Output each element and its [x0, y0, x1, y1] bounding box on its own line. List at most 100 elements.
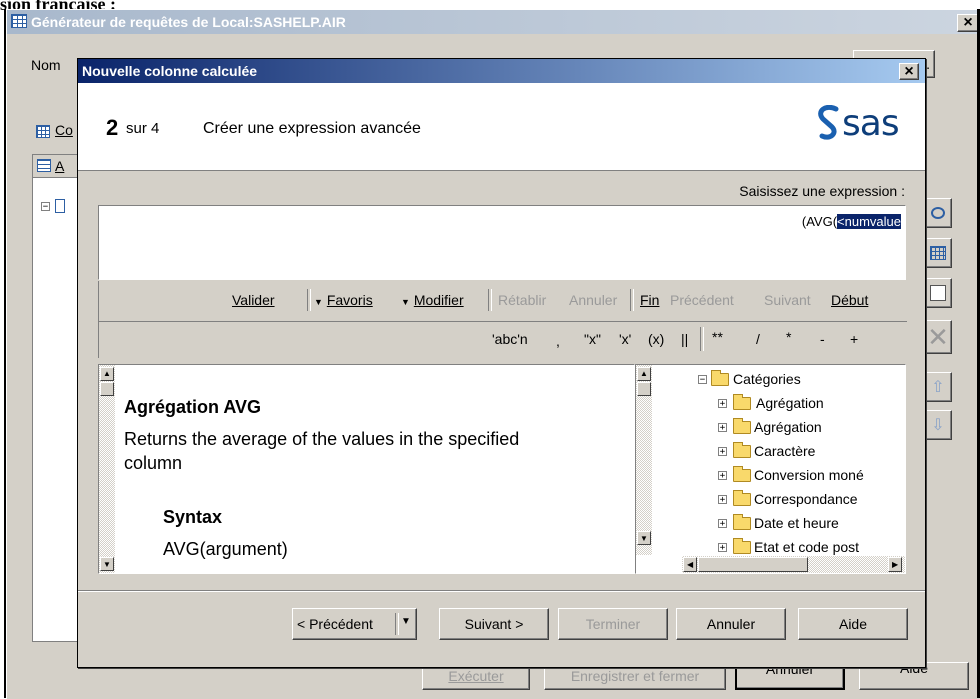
left-panel-tab-label: A — [55, 158, 65, 174]
tree-root[interactable]: − Catégories — [698, 367, 801, 391]
expand-icon[interactable]: + — [718, 422, 727, 432]
tree-item-label: Agrégation — [756, 395, 824, 411]
tree-scroll-down-button[interactable]: ▼ — [637, 531, 651, 545]
tree-horizontal-scrollbar[interactable]: ◀ ▶ — [682, 556, 905, 573]
favorites-label: Favoris — [326, 292, 373, 308]
query-toolbar-button-6[interactable]: ⇩ — [924, 410, 952, 440]
help-syntax: AVG(argument) — [163, 539, 288, 559]
dropdown-arrow-icon[interactable]: ▼ — [401, 616, 411, 627]
help-button[interactable]: Aide — [798, 608, 908, 640]
move-down-icon: ⇩ — [931, 417, 945, 434]
operator-minus[interactable]: - — [820, 331, 825, 347]
button-area-separator — [78, 590, 925, 592]
expression-argument: <numvalue — [837, 214, 901, 229]
scroll-right-button[interactable]: ▶ — [888, 557, 902, 572]
validate-button[interactable]: Valider — [232, 292, 275, 308]
tree-scroll-thumb[interactable] — [637, 382, 651, 396]
expand-icon[interactable]: + — [718, 542, 727, 552]
tree-item[interactable]: + Caractère — [718, 439, 815, 463]
redo-button[interactable]: Rétablir — [498, 292, 546, 308]
folder-icon — [733, 393, 751, 410]
close-icon: × — [963, 14, 973, 31]
tree-vertical-scrollbar[interactable]: ▲ ▼ — [636, 365, 652, 555]
operator-name-literal[interactable]: 'abc'n — [492, 331, 528, 347]
expand-icon[interactable]: + — [718, 518, 727, 528]
scroll-left-button[interactable]: ◀ — [683, 557, 697, 572]
query-toolbar-button-4[interactable]: ✕ — [924, 320, 952, 354]
operator-comma[interactable]: , — [556, 333, 560, 349]
tree-item[interactable]: + Date et heure — [718, 511, 839, 535]
query-toolbar-button-3[interactable] — [924, 278, 952, 308]
query-toolbar-button-1[interactable] — [924, 198, 952, 228]
query-builder-close-button[interactable]: × — [957, 14, 979, 32]
help-scrollbar[interactable]: ▲ ▼ — [99, 365, 115, 573]
grid-icon — [36, 125, 50, 138]
horizontal-scroll-thumb[interactable] — [698, 557, 808, 572]
right-arrow-icon: ▶ — [892, 560, 899, 569]
undo-button[interactable]: Annuler — [569, 292, 617, 308]
operator-parentheses[interactable]: (x) — [648, 331, 664, 347]
previous-button-label: < Précédent — [297, 616, 373, 632]
previous-match-button[interactable]: Précédent — [670, 292, 734, 308]
query-toolbar-button-2[interactable] — [924, 238, 952, 268]
next-match-button[interactable]: Suivant — [764, 292, 811, 308]
tree-item-label: Conversion moné — [754, 467, 864, 483]
grid-table-icon — [930, 246, 946, 260]
link-icon — [931, 207, 945, 219]
folder-icon — [733, 513, 751, 530]
operator-single-quote[interactable]: 'x' — [619, 331, 631, 347]
expression-label: Saisissez une expression : — [739, 183, 905, 199]
operator-plus[interactable]: + — [850, 331, 858, 347]
table-icon — [11, 14, 27, 28]
previous-button[interactable]: < Précédent ▼ — [292, 608, 417, 640]
tree-root-label: Catégories — [733, 371, 801, 387]
finish-button[interactable]: Terminer — [558, 608, 668, 640]
finish-button-label: Terminer — [585, 616, 641, 632]
tree-item[interactable]: + Agrégation — [718, 391, 824, 415]
execute-button-label: Exécuter — [448, 668, 504, 684]
previous-split-separator — [395, 613, 399, 635]
folder-icon — [733, 465, 751, 482]
up-arrow-icon: ▲ — [103, 369, 111, 378]
tree-item-label: Correspondance — [754, 491, 858, 507]
favorites-menu[interactable]: ▼ Favoris — [314, 292, 373, 308]
tree-item[interactable]: + Agrégation — [718, 415, 822, 439]
expand-icon[interactable]: + — [718, 446, 727, 456]
columns-link[interactable]: Co — [55, 122, 73, 138]
scroll-up-button[interactable]: ▲ — [100, 367, 114, 381]
name-label: Nom — [31, 57, 61, 73]
window-left-edge — [4, 9, 6, 698]
folder-icon — [733, 537, 751, 554]
dialog-close-button[interactable]: × — [899, 63, 919, 80]
query-toolbar-button-5[interactable]: ⇧ — [924, 372, 952, 402]
modify-menu[interactable]: ▼ Modifier — [401, 292, 464, 308]
query-builder-titlebar: Générateur de requêtes de Local:SASHELP.… — [7, 10, 980, 34]
end-button[interactable]: Fin — [640, 292, 659, 308]
tree-item-label: Etat et code post — [754, 539, 860, 555]
scroll-thumb[interactable] — [100, 382, 114, 396]
operator-multiply[interactable]: * — [786, 329, 791, 345]
start-button[interactable]: Début — [831, 292, 868, 308]
tree-item[interactable]: + Conversion moné — [718, 463, 864, 487]
collapse-icon[interactable]: − — [698, 374, 707, 384]
next-button[interactable]: Suivant > — [439, 608, 549, 640]
tree-item-label: Agrégation — [754, 419, 822, 435]
scroll-down-button[interactable]: ▼ — [100, 557, 114, 571]
operator-divide[interactable]: / — [756, 331, 760, 347]
operator-power[interactable]: ** — [712, 329, 723, 345]
left-arrow-icon: ◀ — [687, 560, 694, 569]
expression-editor[interactable]: (AVG(<numvalue — [98, 205, 906, 280]
tree-item[interactable]: + Correspondance — [718, 487, 858, 511]
expand-icon[interactable]: + — [718, 398, 727, 408]
tree-scroll-up-button[interactable]: ▲ — [637, 367, 651, 381]
collapse-icon[interactable]: − — [41, 202, 50, 212]
expand-icon[interactable]: + — [718, 470, 727, 480]
cancel-button[interactable]: Annuler — [676, 608, 786, 640]
operator-concat[interactable]: || — [681, 331, 688, 347]
expand-icon[interactable]: + — [718, 494, 727, 504]
expression-function: AVG( — [806, 214, 838, 229]
close-icon: × — [904, 62, 914, 80]
modify-label: Modifier — [413, 292, 464, 308]
operator-double-quote[interactable]: "x" — [584, 331, 601, 347]
toolbar-separator-1 — [307, 289, 311, 311]
